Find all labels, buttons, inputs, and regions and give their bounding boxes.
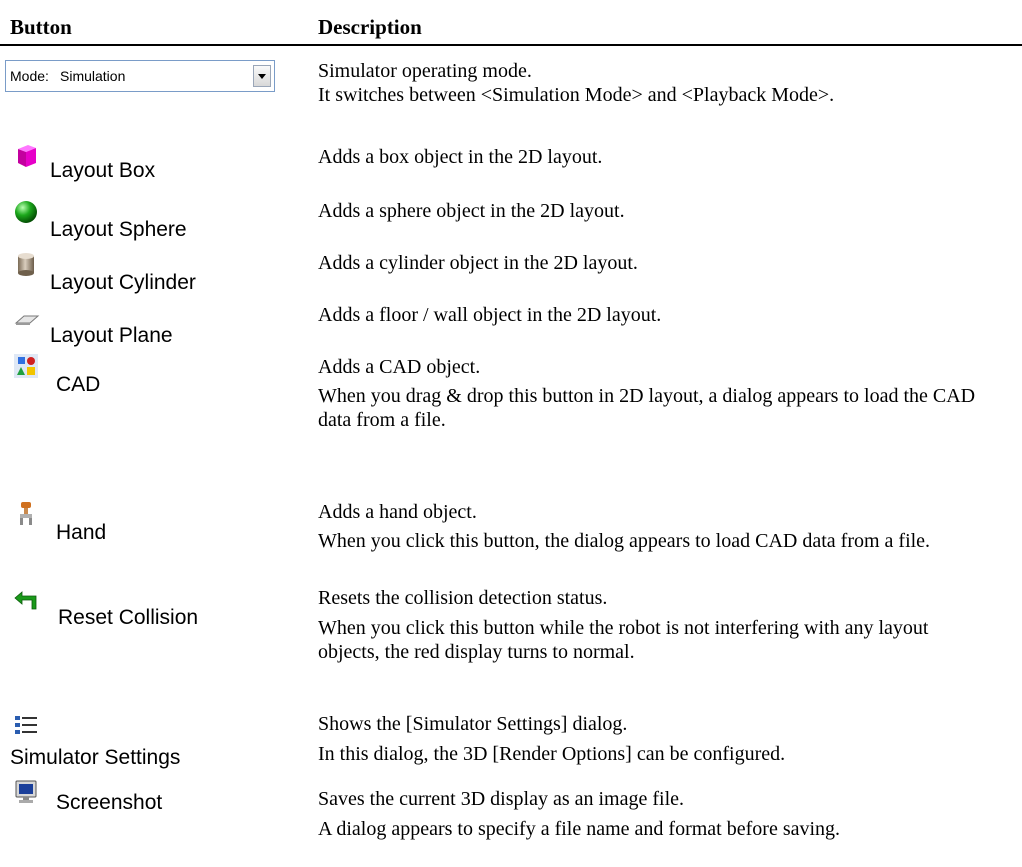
row-reset-collision-description: Resets the collision detection status. W… <box>318 587 929 663</box>
sphere-icon[interactable] <box>12 198 40 226</box>
mode-value: Simulation <box>60 68 126 84</box>
chevron-down-icon[interactable] <box>253 65 271 87</box>
row-screenshot-description: Saves the current 3D display as an image… <box>318 788 841 840</box>
row-layout-plane-description: Adds a floor / wall object in the 2D lay… <box>318 304 662 326</box>
layout-cylinder-label: Layout Cylinder <box>50 271 196 294</box>
row-layout-cylinder-description: Adds a cylinder object in the 2D layout. <box>318 252 638 274</box>
mode-label: Mode: <box>10 68 49 84</box>
plane-icon[interactable] <box>12 303 40 331</box>
settings-list-icon[interactable] <box>12 712 40 740</box>
screenshot-label: Screenshot <box>56 791 163 814</box>
hand-label: Hand <box>56 521 107 544</box>
layout-plane-label: Layout Plane <box>50 324 173 347</box>
row-layout-box: Layout Box Adds a box object in the 2D l… <box>0 142 1022 192</box>
row-simulator-settings-description: Shows the [Simulator Settings] dialog. I… <box>318 713 786 765</box>
monitor-icon[interactable] <box>12 778 40 806</box>
row-layout-sphere: Layout Sphere Adds a sphere object in th… <box>0 198 1022 248</box>
row-cad-description: Adds a CAD object. When you drag & drop … <box>318 356 976 431</box>
row-screenshot: Screenshot Saves the current 3D display … <box>0 778 1022 867</box>
row-hand: Hand Adds a hand object. When you click … <box>0 500 1022 590</box>
reset-collision-label: Reset Collision <box>58 606 199 629</box>
cylinder-icon[interactable] <box>12 250 40 278</box>
row-hand-description: Adds a hand object. When you click this … <box>318 501 931 552</box>
cad-label: CAD <box>56 373 101 396</box>
row-layout-plane: Layout Plane Adds a floor / wall object … <box>0 303 1022 353</box>
row-layout-cylinder: Layout Cylinder Adds a cylinder object i… <box>0 250 1022 300</box>
row-reset-collision: Reset Collision Resets the collision det… <box>0 586 1022 686</box>
row-layout-box-description: Adds a box object in the 2D layout. <box>318 146 603 168</box>
box-icon[interactable] <box>12 142 40 170</box>
layout-box-label: Layout Box <box>50 159 156 182</box>
row-mode: Mode: Simulation Simulator operating mod… <box>0 60 1022 140</box>
row-cad: CAD Adds a CAD object. When you drag & d… <box>0 352 1022 492</box>
row-layout-sphere-description: Adds a sphere object in the 2D layout. <box>318 200 625 222</box>
layout-sphere-label: Layout Sphere <box>50 218 187 241</box>
reset-arrow-icon[interactable] <box>12 586 40 614</box>
hand-icon[interactable] <box>12 500 40 528</box>
simulator-settings-label: Simulator Settings <box>10 746 181 769</box>
header-rule <box>0 44 1022 46</box>
header-button: Button <box>10 15 72 39</box>
cad-icon[interactable] <box>12 352 40 380</box>
header-description: Description <box>318 15 422 39</box>
row-mode-description: Simulator operating mode. It switches be… <box>318 60 835 106</box>
mode-select[interactable]: Mode: Simulation <box>5 60 275 92</box>
